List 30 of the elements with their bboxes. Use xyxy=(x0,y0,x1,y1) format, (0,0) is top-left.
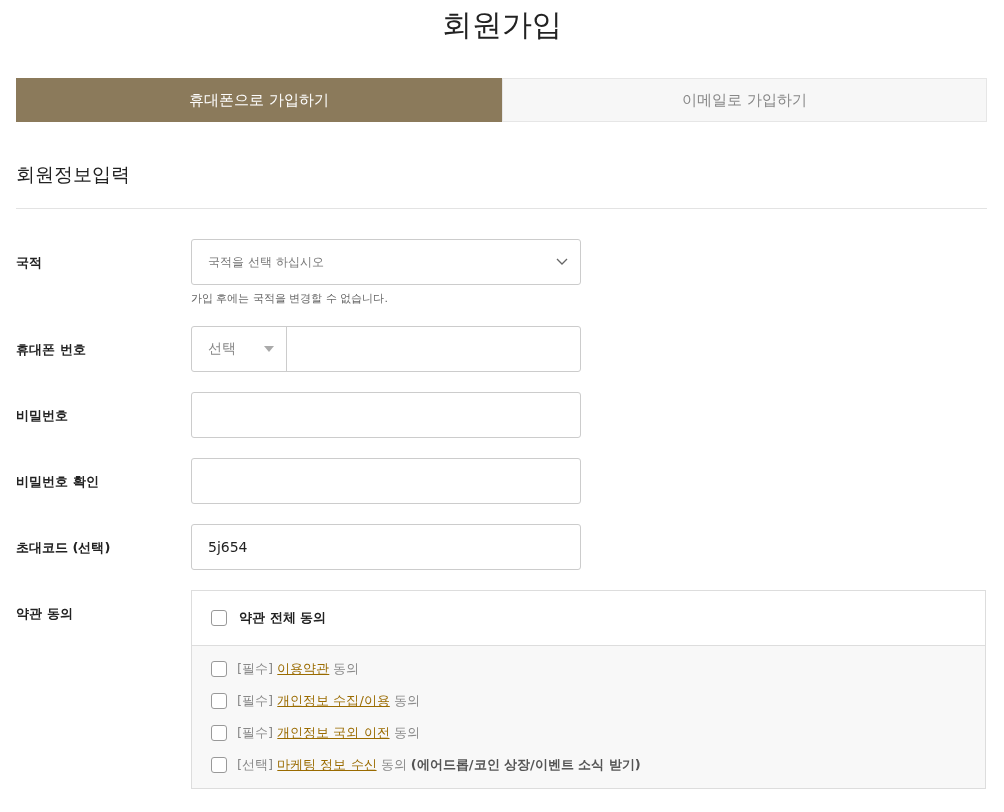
field-label: 비밀번호 확인 xyxy=(16,473,100,491)
field-label: 초대코드 (선택) xyxy=(16,539,112,557)
section-title: 회원정보입력 xyxy=(16,162,987,209)
terms-item-text: [선택] 마케팅 정보 수신 동의 (에어드롭/코인 상장/이벤트 소식 받기) xyxy=(237,756,641,774)
field-label: 약관 동의 xyxy=(16,605,74,623)
field-label: 휴대폰 번호 xyxy=(16,341,87,359)
terms-link[interactable]: 개인정보 수집/이용 xyxy=(277,693,390,708)
page-title: 회원가입 xyxy=(440,6,563,44)
nationality-select[interactable]: 국적을 선택 하십시오 xyxy=(191,239,581,285)
terms-item-text: [필수] 개인정보 수집/이용 동의 xyxy=(237,692,420,710)
terms-link[interactable]: 개인정보 국외 이전 xyxy=(277,725,390,740)
signup-tab[interactable]: 이메일로 가입하기 xyxy=(501,78,987,122)
terms-item-text: [필수] 이용약관 동의 xyxy=(237,660,360,678)
checkbox[interactable] xyxy=(211,693,227,709)
invite-code-input[interactable]: 5j654 xyxy=(191,524,581,570)
field-label: 비밀번호 xyxy=(16,407,69,425)
password-input[interactable] xyxy=(191,392,581,438)
agree-all-label: 약관 전체 동의 xyxy=(239,609,327,627)
signup-tab[interactable]: 휴대폰으로 가입하기 xyxy=(16,78,502,122)
terms-link[interactable]: 마케팅 정보 수신 xyxy=(277,757,377,772)
checkbox[interactable] xyxy=(211,757,227,773)
checkbox[interactable] xyxy=(211,725,227,741)
field-label: 국적 xyxy=(16,254,43,272)
chevron-down-icon xyxy=(556,258,568,266)
terms-item-text: [필수] 개인정보 국외 이전 동의 xyxy=(237,724,420,742)
checkbox[interactable] xyxy=(211,661,227,677)
password-input[interactable] xyxy=(191,458,581,504)
hint-text: 가입 후에는 국적을 변경할 수 없습니다. xyxy=(191,291,389,306)
terms-link[interactable]: 이용약관 xyxy=(277,661,330,676)
checkbox[interactable] xyxy=(211,610,227,626)
